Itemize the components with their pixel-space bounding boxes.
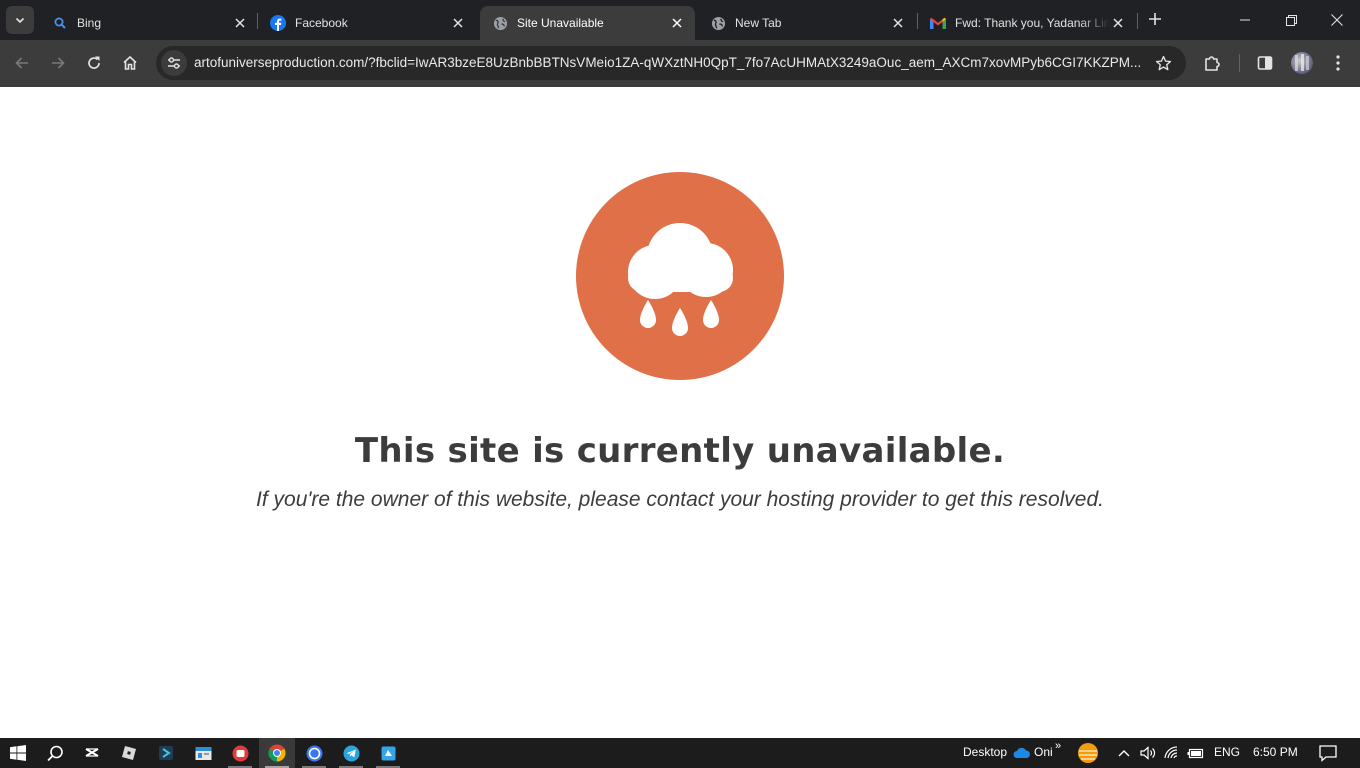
roblox-icon: [122, 746, 136, 760]
tune-icon: [168, 57, 180, 69]
weather-icon[interactable]: [1076, 741, 1100, 765]
puzzle-icon: [1205, 56, 1220, 71]
taskbar-chrome[interactable]: [259, 738, 295, 768]
globe-icon: [492, 15, 508, 31]
avatar-icon: [1295, 54, 1309, 71]
file-explorer-icon: [195, 746, 211, 760]
close-icon: [1331, 14, 1343, 26]
chrome-icon: [268, 744, 286, 762]
browser-menu-button[interactable]: [1327, 52, 1349, 74]
taskbar-search-button[interactable]: [37, 738, 73, 768]
plus-icon: [1149, 13, 1161, 25]
new-tab-button[interactable]: [1144, 8, 1166, 30]
taskbar-file-explorer[interactable]: [185, 738, 221, 768]
taskbar-capcut[interactable]: [74, 738, 110, 768]
tab-title: Fwd: Thank you, Yadanar Lin: [955, 16, 1110, 30]
minimize-button[interactable]: [1222, 0, 1268, 40]
onedrive-label[interactable]: Oni: [1034, 745, 1053, 759]
tab-title: New Tab: [735, 16, 782, 30]
chevron-right-double-icon[interactable]: »: [1055, 740, 1061, 752]
star-icon: [1155, 55, 1171, 70]
start-button[interactable]: [0, 738, 36, 768]
tab-title: Bing: [77, 16, 102, 30]
search-icon: [46, 745, 63, 761]
bookmark-star-button[interactable]: [1154, 54, 1172, 72]
tray-chevron-up-icon[interactable]: [1115, 744, 1133, 762]
side-panel-button[interactable]: [1254, 52, 1276, 74]
desktop-toolbar-label[interactable]: Desktop: [963, 745, 1007, 759]
taskbar-app[interactable]: [148, 738, 184, 768]
close-window-button[interactable]: [1314, 0, 1360, 40]
taskbar-roblox[interactable]: [111, 738, 147, 768]
address-bar[interactable]: artofuniverseproduction.com/?fbclid=IwAR…: [156, 46, 1186, 80]
close-icon[interactable]: [1110, 15, 1126, 31]
globe-icon: [710, 15, 726, 31]
tab-title: Site Unavailable: [517, 16, 604, 30]
tab-site-unavailable[interactable]: Site Unavailable: [480, 6, 695, 40]
page-subtitle: If you're the owner of this website, ple…: [256, 488, 1104, 511]
telegram-icon: [343, 745, 359, 761]
bing-search-icon: [52, 15, 68, 31]
taskbar-telegram[interactable]: [333, 738, 369, 768]
wifi-icon[interactable]: [1163, 744, 1181, 762]
toolbar-separator: [1239, 54, 1240, 72]
start-icon: [10, 745, 26, 761]
facebook-icon: [270, 15, 286, 31]
more-vertical-icon: [1336, 55, 1340, 71]
taskbar-anydesk[interactable]: [222, 738, 258, 768]
forward-button[interactable]: [44, 49, 72, 77]
back-button[interactable]: [8, 49, 36, 77]
site-info-button[interactable]: [161, 50, 187, 76]
restore-button[interactable]: [1268, 0, 1314, 40]
minimize-icon: [1240, 19, 1250, 21]
profile-avatar[interactable]: [1291, 52, 1313, 74]
arrow-left-icon: [15, 57, 28, 69]
tab-new-tab[interactable]: New Tab: [698, 6, 916, 40]
url-text[interactable]: artofuniverseproduction.com/?fbclid=IwAR…: [194, 55, 1144, 70]
onedrive-icon[interactable]: [1013, 744, 1031, 762]
tab-title: Facebook: [295, 16, 348, 30]
close-icon[interactable]: [450, 15, 466, 31]
battery-icon[interactable]: [1187, 744, 1205, 762]
extensions-button[interactable]: [1201, 52, 1223, 74]
close-icon[interactable]: [232, 15, 248, 31]
taskbar-signal[interactable]: [296, 738, 332, 768]
home-icon: [123, 55, 137, 70]
anydesk-icon: [232, 745, 248, 761]
tab-search-button[interactable]: [6, 6, 34, 34]
tab-facebook[interactable]: Facebook: [258, 6, 476, 40]
windows-taskbar: Desktop Oni » ENG 6:50 PM: [0, 738, 1360, 768]
close-icon[interactable]: [890, 15, 906, 31]
taskbar-app-blue[interactable]: [370, 738, 406, 768]
app-blue-icon: [381, 746, 395, 760]
language-indicator[interactable]: ENG: [1214, 745, 1240, 759]
arrow-right-icon: [52, 57, 65, 69]
gmail-icon: [930, 15, 946, 31]
close-icon[interactable]: [669, 15, 685, 31]
home-button[interactable]: [116, 49, 144, 77]
tab-gmail[interactable]: Fwd: Thank you, Yadanar Lin: [918, 6, 1136, 40]
tab-bing[interactable]: Bing: [40, 6, 258, 40]
reload-button[interactable]: [80, 49, 108, 77]
app-icon: [159, 746, 173, 760]
clock-time[interactable]: 6:50 PM: [1253, 745, 1298, 759]
browser-toolbar: artofuniverseproduction.com/?fbclid=IwAR…: [0, 40, 1360, 87]
side-panel-icon: [1257, 56, 1273, 70]
tab-separator: [1137, 13, 1138, 29]
page-title: This site is currently unavailable.: [354, 431, 1006, 471]
reload-icon: [88, 56, 100, 69]
volume-icon[interactable]: [1139, 744, 1157, 762]
restore-icon: [1285, 14, 1297, 26]
page-content: This site is currently unavailable. If y…: [0, 87, 1360, 738]
capcut-icon: [85, 748, 99, 757]
rain-cloud-icon: [576, 172, 784, 380]
chevron-down-icon: [15, 17, 25, 24]
signal-icon: [306, 745, 322, 761]
notification-icon[interactable]: [1318, 743, 1338, 763]
tab-strip: Bing Facebook Site Unavailable New Tab F…: [0, 0, 1360, 40]
